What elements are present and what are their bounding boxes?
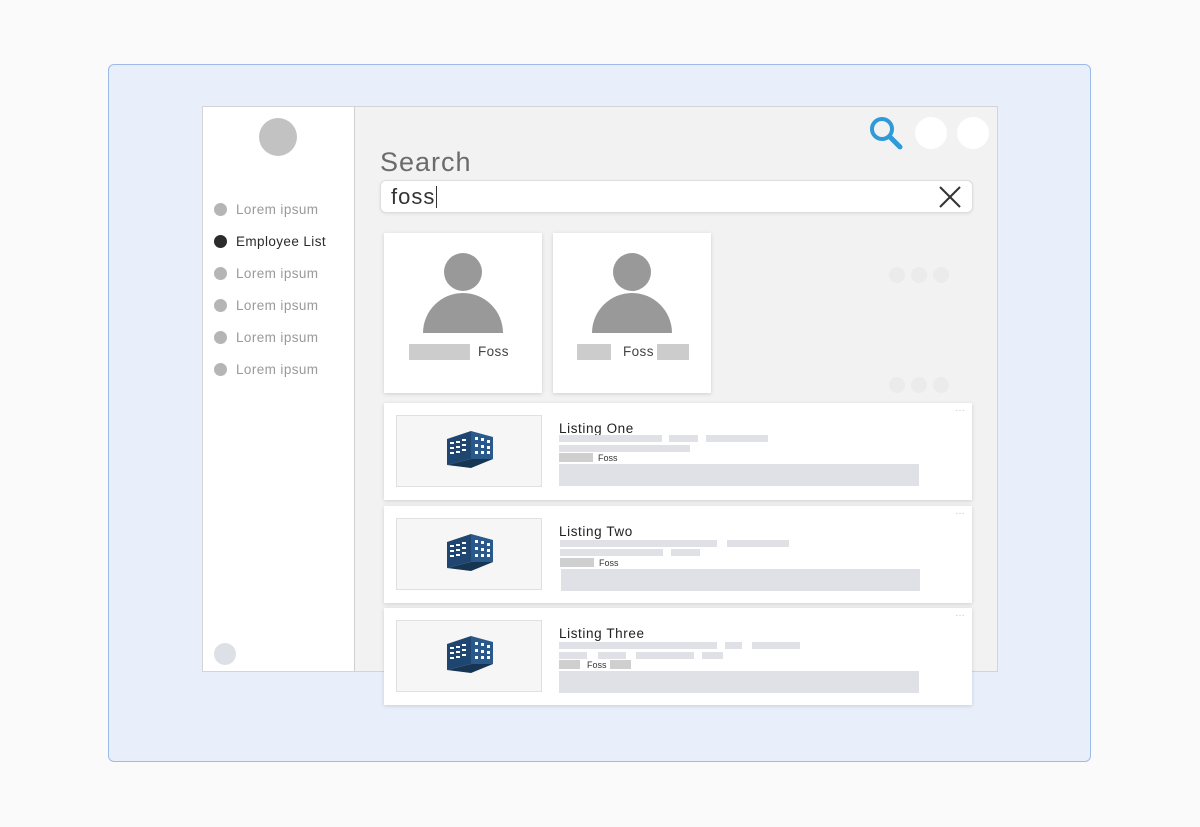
listing-title: Listing One bbox=[559, 421, 634, 436]
sidebar-item-label: Lorem ipsum bbox=[236, 297, 319, 313]
notifications-button[interactable] bbox=[915, 117, 947, 149]
bullet-icon bbox=[214, 330, 227, 344]
sidebar-item-label: Lorem ipsum bbox=[236, 361, 319, 377]
sidebar-nav: Lorem ipsum Employee List Lorem ipsum Lo… bbox=[214, 193, 326, 385]
listing-tag: Foss bbox=[599, 558, 619, 568]
listing-thumbnail bbox=[396, 415, 542, 487]
building-icon bbox=[447, 636, 493, 673]
text-placeholder bbox=[559, 445, 690, 452]
decorative-dot bbox=[911, 377, 927, 393]
sidebar-item-label: Lorem ipsum bbox=[236, 329, 319, 345]
building-icon bbox=[447, 431, 493, 468]
bullet-icon bbox=[214, 362, 227, 376]
text-placeholder bbox=[669, 435, 698, 442]
text-placeholder bbox=[725, 642, 742, 649]
decorative-dot bbox=[933, 267, 949, 283]
sidebar: Lorem ipsum Employee List Lorem ipsum Lo… bbox=[203, 107, 355, 671]
tag-placeholder bbox=[559, 660, 580, 669]
listing-thumbnail bbox=[396, 518, 542, 590]
bullet-icon bbox=[214, 266, 227, 280]
person-avatar-body bbox=[592, 293, 672, 333]
more-options-icon[interactable]: … bbox=[955, 403, 966, 414]
name-placeholder bbox=[409, 344, 470, 360]
listing-card[interactable]: … Listing Three Foss bbox=[384, 608, 972, 705]
person-name: Foss bbox=[623, 344, 654, 359]
search-input[interactable]: foss bbox=[380, 180, 973, 213]
person-avatar-icon bbox=[444, 253, 482, 291]
text-placeholder bbox=[559, 435, 662, 442]
listing-title: Listing Two bbox=[559, 524, 633, 539]
tag-placeholder bbox=[560, 558, 594, 567]
person-avatar-icon bbox=[613, 253, 651, 291]
text-placeholder bbox=[560, 540, 717, 547]
text-placeholder bbox=[727, 540, 789, 547]
sidebar-item-employee-list[interactable]: Employee List bbox=[214, 225, 326, 257]
text-placeholder bbox=[560, 549, 663, 556]
sidebar-item-5[interactable]: Lorem ipsum bbox=[214, 321, 326, 353]
sidebar-item-4[interactable]: Lorem ipsum bbox=[214, 289, 326, 321]
person-card[interactable]: Foss bbox=[384, 233, 542, 393]
person-avatar-body bbox=[423, 293, 503, 333]
text-placeholder bbox=[559, 652, 587, 659]
user-avatar[interactable] bbox=[259, 118, 297, 156]
tag-placeholder bbox=[610, 660, 631, 669]
tag-placeholder bbox=[559, 453, 593, 462]
listing-card[interactable]: … Listing One Foss bbox=[384, 403, 972, 500]
person-card[interactable]: Foss bbox=[553, 233, 711, 393]
text-caret bbox=[436, 186, 438, 208]
more-options-icon[interactable]: … bbox=[955, 608, 966, 619]
sidebar-item-1[interactable]: Lorem ipsum bbox=[214, 193, 326, 225]
text-placeholder bbox=[636, 652, 694, 659]
sidebar-item-label: Lorem ipsum bbox=[236, 265, 319, 281]
name-placeholder bbox=[657, 344, 689, 360]
search-value: foss bbox=[391, 184, 438, 209]
profile-button[interactable] bbox=[957, 117, 989, 149]
listing-tag: Foss bbox=[587, 660, 607, 670]
listing-tag: Foss bbox=[598, 453, 618, 463]
decorative-dot bbox=[933, 377, 949, 393]
bullet-icon bbox=[214, 234, 227, 248]
description-placeholder bbox=[559, 671, 919, 693]
listing-thumbnail bbox=[396, 620, 542, 692]
sidebar-item-6[interactable]: Lorem ipsum bbox=[214, 353, 326, 385]
decorative-dot bbox=[889, 377, 905, 393]
text-placeholder bbox=[598, 652, 626, 659]
person-name: Foss bbox=[478, 344, 509, 359]
sidebar-item-label: Employee List bbox=[236, 233, 326, 249]
text-placeholder bbox=[702, 652, 723, 659]
listing-card[interactable]: … Listing Two Foss bbox=[384, 506, 972, 603]
more-options-icon[interactable]: … bbox=[955, 506, 966, 517]
bullet-icon bbox=[214, 298, 227, 312]
sidebar-item-label: Lorem ipsum bbox=[236, 201, 319, 217]
close-icon[interactable] bbox=[938, 185, 962, 209]
text-placeholder bbox=[559, 642, 717, 649]
page-title: Search bbox=[380, 147, 472, 177]
description-placeholder bbox=[561, 569, 920, 591]
decorative-dot bbox=[889, 267, 905, 283]
sidebar-item-3[interactable]: Lorem ipsum bbox=[214, 257, 326, 289]
top-toolbar bbox=[867, 114, 989, 152]
description-placeholder bbox=[559, 464, 919, 486]
settings-button[interactable] bbox=[214, 643, 236, 665]
text-placeholder bbox=[671, 549, 700, 556]
building-icon bbox=[447, 534, 493, 571]
bullet-icon bbox=[214, 202, 227, 216]
text-placeholder bbox=[752, 642, 800, 649]
search-icon[interactable] bbox=[867, 114, 905, 152]
listing-title: Listing Three bbox=[559, 626, 645, 641]
name-placeholder bbox=[577, 344, 611, 360]
text-placeholder bbox=[706, 435, 768, 442]
decorative-dot bbox=[911, 267, 927, 283]
